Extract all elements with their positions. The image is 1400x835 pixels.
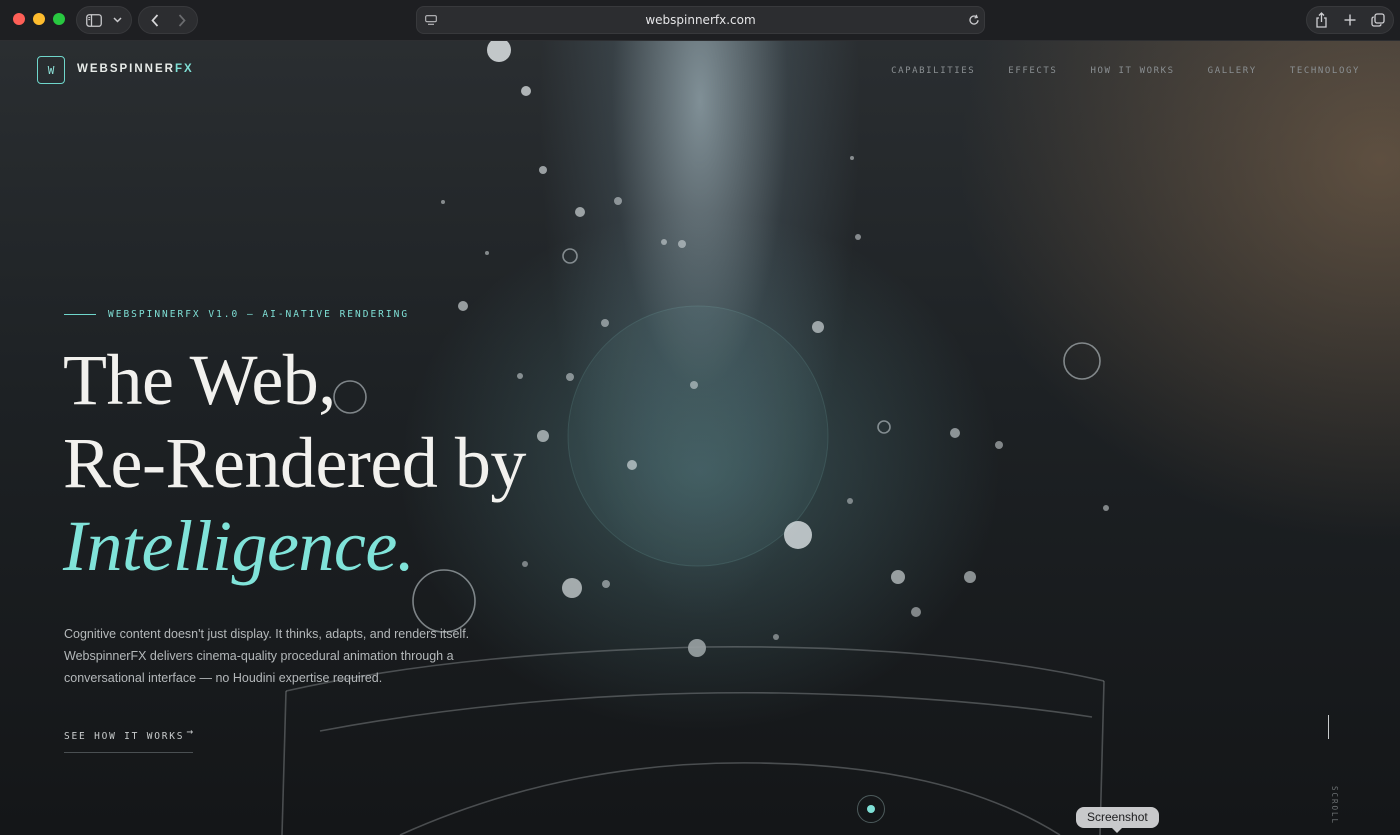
screenshot-tooltip: Screenshot bbox=[1076, 807, 1159, 833]
url-text[interactable]: webspinnerfx.com bbox=[417, 13, 984, 27]
brand-wordmark[interactable]: WEBSPINNERFX bbox=[77, 63, 194, 75]
main-navigation: CAPABILITIES EFFECTS HOW IT WORKS GALLER… bbox=[891, 66, 1360, 76]
hero-eyebrow: WEBSPINNERFX V1.0 — AI-NATIVE RENDERING bbox=[64, 309, 409, 320]
headline-line-3: Intelligence. bbox=[63, 506, 415, 586]
slide-indicator[interactable] bbox=[857, 795, 885, 823]
nav-link-how-it-works[interactable]: HOW IT WORKS bbox=[1090, 66, 1174, 76]
sidebar-toggle-group bbox=[76, 6, 132, 34]
back-icon[interactable] bbox=[145, 7, 165, 33]
chevron-down-icon[interactable] bbox=[109, 7, 125, 33]
hero-description: Cognitive content doesn't just display. … bbox=[64, 626, 470, 685]
eyebrow-rule bbox=[64, 314, 96, 315]
scroll-label: SCROLL bbox=[1330, 786, 1339, 826]
logo-mark[interactable]: W bbox=[37, 56, 65, 84]
see-how-it-works-link[interactable]: SEE HOW IT WORKS → bbox=[64, 725, 193, 753]
arrow-right-icon: → bbox=[186, 725, 193, 738]
headline-line-2: Re-Rendered by bbox=[63, 423, 526, 503]
cta-label: SEE HOW IT WORKS bbox=[64, 731, 185, 742]
toolbar-actions bbox=[1306, 6, 1394, 34]
scroll-indicator-line bbox=[1328, 715, 1329, 739]
minimize-window-button[interactable] bbox=[33, 13, 45, 25]
nav-link-capabilities[interactable]: CAPABILITIES bbox=[891, 66, 975, 76]
forward-icon[interactable] bbox=[172, 7, 192, 33]
nav-link-effects[interactable]: EFFECTS bbox=[1008, 66, 1057, 76]
share-icon[interactable] bbox=[1311, 7, 1331, 33]
hero-headline: The Web, Re-Rendered by Intelligence. bbox=[63, 339, 526, 588]
eyebrow-text: WEBSPINNERFX V1.0 — AI-NATIVE RENDERING bbox=[108, 309, 410, 320]
indicator-dot bbox=[867, 805, 875, 813]
nav-link-technology[interactable]: TECHNOLOGY bbox=[1290, 66, 1360, 76]
hero-section: W WEBSPINNERFX CAPABILITIES EFFECTS HOW … bbox=[0, 41, 1400, 835]
history-navigation bbox=[138, 6, 198, 34]
zoom-window-button[interactable] bbox=[53, 13, 65, 25]
brand-main-text: WEBSPINNER bbox=[77, 63, 175, 75]
brand-accent-text: FX bbox=[174, 63, 194, 75]
nav-link-gallery[interactable]: GALLERY bbox=[1208, 66, 1257, 76]
close-window-button[interactable] bbox=[13, 13, 25, 25]
reload-icon[interactable] bbox=[966, 7, 982, 33]
browser-toolbar: webspinnerfx.com bbox=[0, 0, 1400, 41]
new-tab-icon[interactable] bbox=[1340, 7, 1360, 33]
sidebar-icon[interactable] bbox=[84, 7, 104, 33]
headline-line-1: The Web, bbox=[63, 340, 336, 420]
address-bar[interactable]: webspinnerfx.com bbox=[416, 6, 985, 34]
tab-overview-icon[interactable] bbox=[1368, 7, 1388, 33]
